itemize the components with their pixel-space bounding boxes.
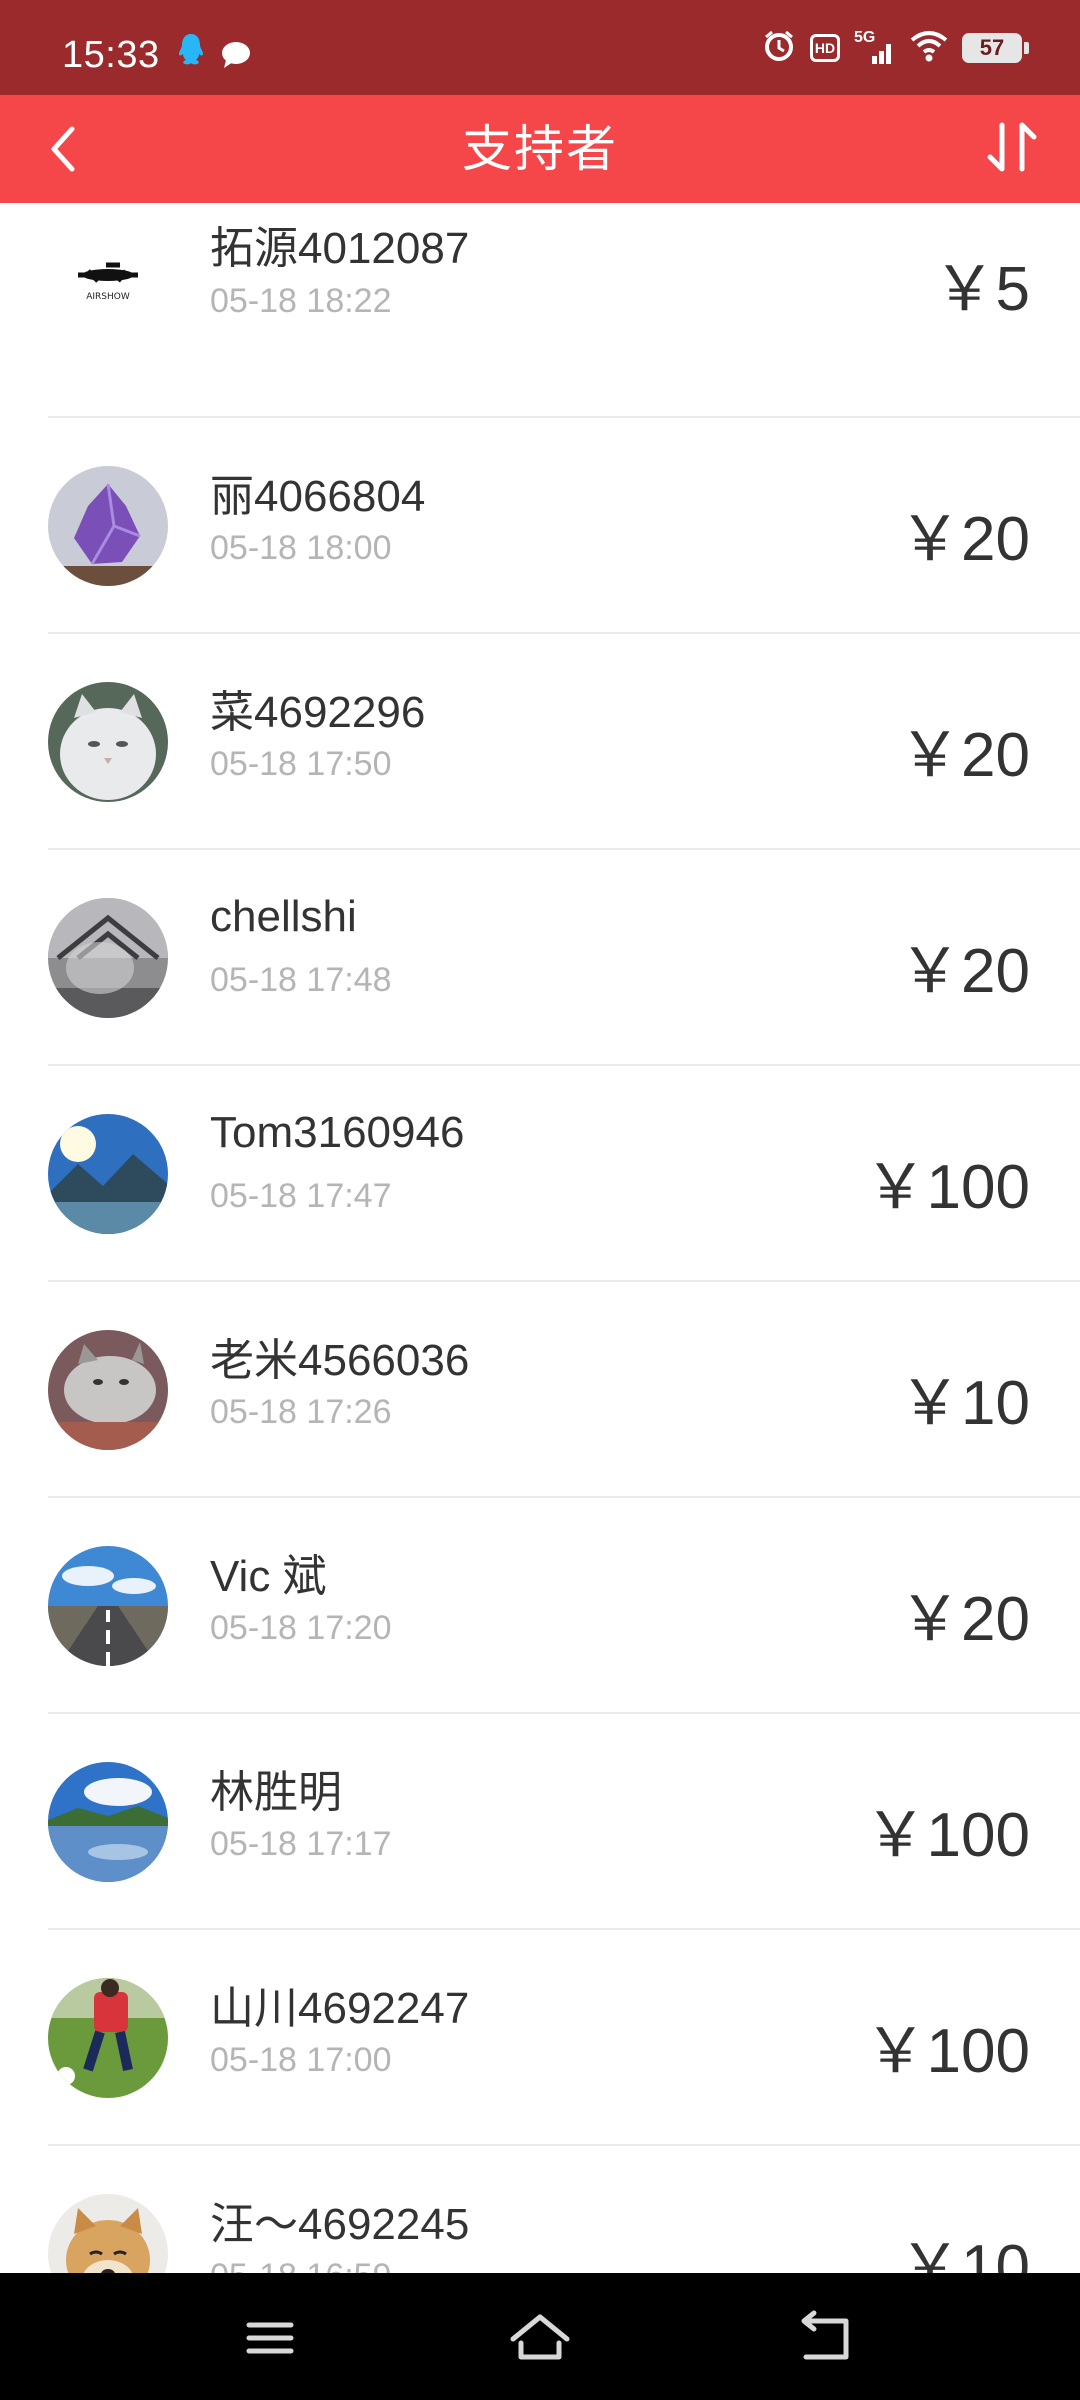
qq-icon bbox=[176, 32, 206, 73]
list-item[interactable]: 丽4066804 05-18 18:00 ￥20 bbox=[0, 418, 1080, 634]
supporter-time: 05-18 17:20 bbox=[210, 1609, 392, 1647]
list-item[interactable]: chellshi 05-18 17:48 ￥20 bbox=[0, 850, 1080, 1066]
supporter-time: 05-18 17:47 bbox=[210, 1177, 392, 1215]
home-button[interactable] bbox=[505, 2303, 575, 2373]
avatar bbox=[48, 1330, 168, 1450]
list-item[interactable]: 山川4692247 05-18 17:00 ￥100 bbox=[0, 1930, 1080, 2146]
list-item[interactable]: 林胜明 05-18 17:17 ￥100 bbox=[0, 1714, 1080, 1930]
hd-icon: HD bbox=[810, 34, 840, 62]
supporter-name: 汪～4692245 bbox=[210, 2200, 470, 2249]
avatar bbox=[48, 898, 168, 1018]
supporter-amount: ￥10 bbox=[899, 1369, 1030, 1438]
supporter-name: 山川4692247 bbox=[210, 1984, 470, 2033]
sort-arrows-icon bbox=[987, 122, 1037, 172]
svg-text:AIRSHOW: AIRSHOW bbox=[86, 292, 130, 302]
supporter-time: 05-18 17:17 bbox=[210, 1825, 392, 1863]
list-item[interactable]: AIRSHOW 拓源4012087 05-18 18:22 ￥5 bbox=[0, 203, 1080, 418]
alarm-icon bbox=[762, 29, 796, 68]
supporter-name: 菜4692296 bbox=[210, 688, 426, 737]
supporter-amount: ￥20 bbox=[899, 937, 1030, 1006]
list-item[interactable]: 汪～4692245 05-18 16:59 ￥10 bbox=[0, 2146, 1080, 2273]
avatar bbox=[48, 1114, 168, 1234]
avatar bbox=[48, 2194, 168, 2273]
home-icon bbox=[510, 2314, 570, 2360]
supporter-amount: ￥10 bbox=[899, 2233, 1030, 2273]
avatar bbox=[48, 1978, 168, 2098]
status-time: 15:33 bbox=[62, 34, 160, 76]
list-item[interactable]: Vic 斌 05-18 17:20 ￥20 bbox=[0, 1498, 1080, 1714]
supporter-time: 05-18 17:50 bbox=[210, 745, 392, 783]
back-icon bbox=[801, 2310, 849, 2360]
supporter-time: 05-18 18:00 bbox=[210, 529, 392, 567]
list-item[interactable]: Tom3160946 05-18 17:47 ￥100 bbox=[0, 1066, 1080, 1282]
system-nav-bar bbox=[0, 2273, 1080, 2400]
supporter-amount: ￥20 bbox=[899, 1585, 1030, 1654]
avatar bbox=[48, 466, 168, 586]
sort-button[interactable] bbox=[978, 113, 1050, 185]
supporter-name: 丽4066804 bbox=[210, 472, 426, 521]
supporter-name: chellshi bbox=[210, 892, 357, 941]
list-item[interactable]: 老米4566036 05-18 17:26 ￥10 bbox=[0, 1282, 1080, 1498]
supporter-name: 拓源4012087 bbox=[210, 224, 470, 273]
supporter-list[interactable]: AIRSHOW 拓源4012087 05-18 18:22 ￥5 丽406680… bbox=[0, 203, 1080, 2273]
avatar bbox=[48, 682, 168, 802]
supporter-name: Tom3160946 bbox=[210, 1108, 465, 1157]
supporter-name: Vic 斌 bbox=[210, 1552, 327, 1601]
system-back-button[interactable] bbox=[790, 2303, 860, 2373]
supporter-time: 05-18 17:48 bbox=[210, 961, 392, 999]
status-bar: 15:33 HD 5G 57 bbox=[0, 0, 1080, 95]
supporter-amount: ￥100 bbox=[864, 1801, 1030, 1870]
list-item[interactable]: 菜4692296 05-18 17:50 ￥20 bbox=[0, 634, 1080, 850]
avatar bbox=[48, 1762, 168, 1882]
supporter-time: 05-18 17:26 bbox=[210, 1393, 392, 1431]
signal-5g-icon: 5G bbox=[854, 30, 896, 66]
supporter-amount: ￥5 bbox=[933, 255, 1030, 324]
page-title: 支持者 bbox=[462, 121, 618, 177]
message-bubble-icon bbox=[220, 40, 252, 75]
menu-button[interactable] bbox=[235, 2303, 305, 2373]
wifi-icon bbox=[910, 30, 948, 67]
supporter-name: 林胜明 bbox=[210, 1768, 342, 1817]
avatar: AIRSHOW bbox=[48, 215, 168, 335]
supporter-amount: ￥20 bbox=[899, 721, 1030, 790]
title-bar: 支持者 bbox=[0, 95, 1080, 203]
supporter-name: 老米4566036 bbox=[210, 1336, 470, 1385]
avatar bbox=[48, 1546, 168, 1666]
supporter-time: 05-18 18:22 bbox=[210, 282, 392, 320]
supporter-amount: ￥100 bbox=[864, 1153, 1030, 1222]
supporter-time: 05-18 16:59 bbox=[210, 2257, 392, 2273]
supporter-time: 05-18 17:00 bbox=[210, 2041, 392, 2079]
supporter-amount: ￥20 bbox=[899, 505, 1030, 574]
battery-icon: 57 bbox=[962, 33, 1029, 63]
supporter-amount: ￥100 bbox=[864, 2017, 1030, 2086]
menu-icon bbox=[246, 2322, 294, 2354]
